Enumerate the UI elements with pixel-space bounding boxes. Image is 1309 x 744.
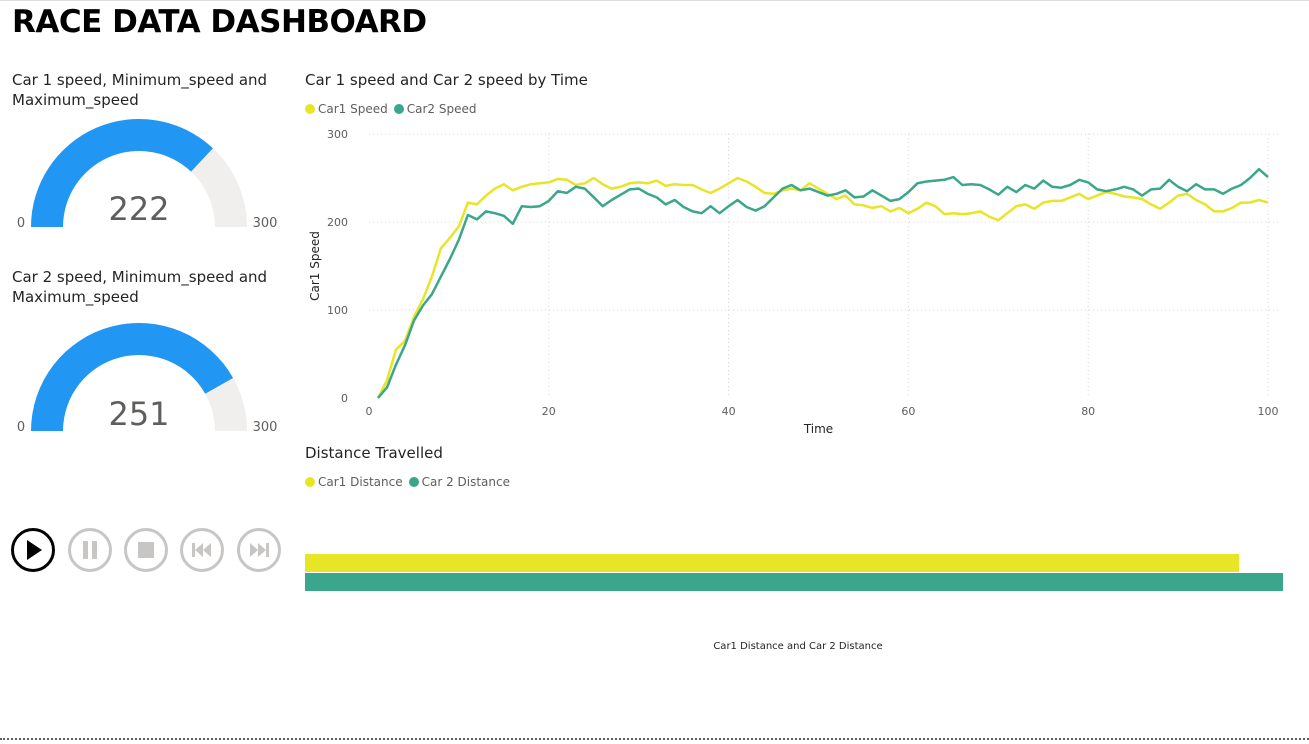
legend-label-car1-speed: Car1 Speed xyxy=(318,102,388,116)
legend-marker-car2 xyxy=(393,104,404,114)
speed-line-chart[interactable]: 0 100 200 300 0 20 40 60 80 100 Time Car1 Speed xyxy=(300,122,1300,442)
x-tick-label: 20 xyxy=(542,405,556,418)
legend-marker-car1-distance xyxy=(305,477,315,487)
x-tick-label: 60 xyxy=(901,405,915,418)
distance-bar-chart[interactable] xyxy=(305,552,1285,594)
speed-chart-title: Car 1 speed and Car 2 speed by Time xyxy=(305,71,588,89)
top-border xyxy=(0,0,1309,1)
previous-button[interactable] xyxy=(180,528,224,572)
y-axis-title: Car1 Speed xyxy=(308,231,322,301)
x-tick-label: 100 xyxy=(1258,405,1279,418)
gauge1-title: Car 1 speed, Minimum_speed and Maximum_s… xyxy=(12,71,268,109)
legend-item-car2-speed[interactable]: Car2 Speed xyxy=(393,102,477,116)
gauge2-max: 300 xyxy=(253,420,278,435)
legend-label-car2-distance: Car 2 Distance xyxy=(421,475,510,489)
legend-marker-car1 xyxy=(305,104,315,114)
y-tick-label: 0 xyxy=(341,392,348,405)
legend-label-car1-distance: Car1 Distance xyxy=(318,475,403,489)
legend-item-car1-distance[interactable]: Car1 Distance xyxy=(305,475,403,489)
pause-button[interactable] xyxy=(68,528,112,572)
play-button[interactable] xyxy=(11,528,55,572)
legend-label-car2-speed: Car2 Speed xyxy=(406,102,477,116)
skip-previous-icon xyxy=(180,528,224,572)
y-tick-label: 200 xyxy=(327,216,348,229)
legend-marker-car2-distance xyxy=(408,477,419,487)
next-button[interactable] xyxy=(237,528,281,572)
x-tick-label: 40 xyxy=(722,405,736,418)
x-tick-label: 0 xyxy=(366,405,373,418)
page-title: RACE DATA DASHBOARD xyxy=(12,4,427,40)
stop-icon xyxy=(124,528,168,572)
speed-chart-legend: Car1 Speed Car2 Speed xyxy=(305,102,478,116)
legend-item-car1-speed[interactable]: Car1 Speed xyxy=(305,102,388,116)
bar-car1-distance[interactable] xyxy=(305,554,1239,572)
x-tick-label: 80 xyxy=(1081,405,1095,418)
stop-button[interactable] xyxy=(124,528,168,572)
y-tick-label: 300 xyxy=(327,128,348,141)
gauge2-chart[interactable]: 251 0 300 xyxy=(0,318,290,438)
gauge1-max: 300 xyxy=(253,216,278,231)
page-bottom-border xyxy=(0,738,1309,740)
gauge1-value: 222 xyxy=(108,190,169,228)
skip-next-icon xyxy=(237,528,281,572)
distance-chart-title: Distance Travelled xyxy=(305,444,443,462)
y-tick-label: 100 xyxy=(327,304,348,317)
x-axis-title: Time xyxy=(803,422,833,436)
distance-chart-legend: Car1 Distance Car 2 Distance xyxy=(305,475,512,489)
gauge2-value: 251 xyxy=(108,395,169,433)
gauge1-min: 0 xyxy=(17,216,25,231)
pause-icon xyxy=(68,528,112,572)
gauge2-title: Car 2 speed, Minimum_speed and Maximum_s… xyxy=(12,268,268,306)
gauge2-min: 0 xyxy=(17,420,25,435)
gauge1-chart[interactable]: 222 0 300 xyxy=(0,115,290,235)
play-icon xyxy=(11,528,55,572)
series-line-car2-speed[interactable] xyxy=(377,167,1269,399)
series-line-car1-speed[interactable] xyxy=(376,176,1269,399)
distance-chart-caption: Car1 Distance and Car 2 Distance xyxy=(713,641,883,652)
legend-item-car2-distance[interactable]: Car 2 Distance xyxy=(408,475,510,489)
bar-car2-distance[interactable] xyxy=(305,573,1283,591)
